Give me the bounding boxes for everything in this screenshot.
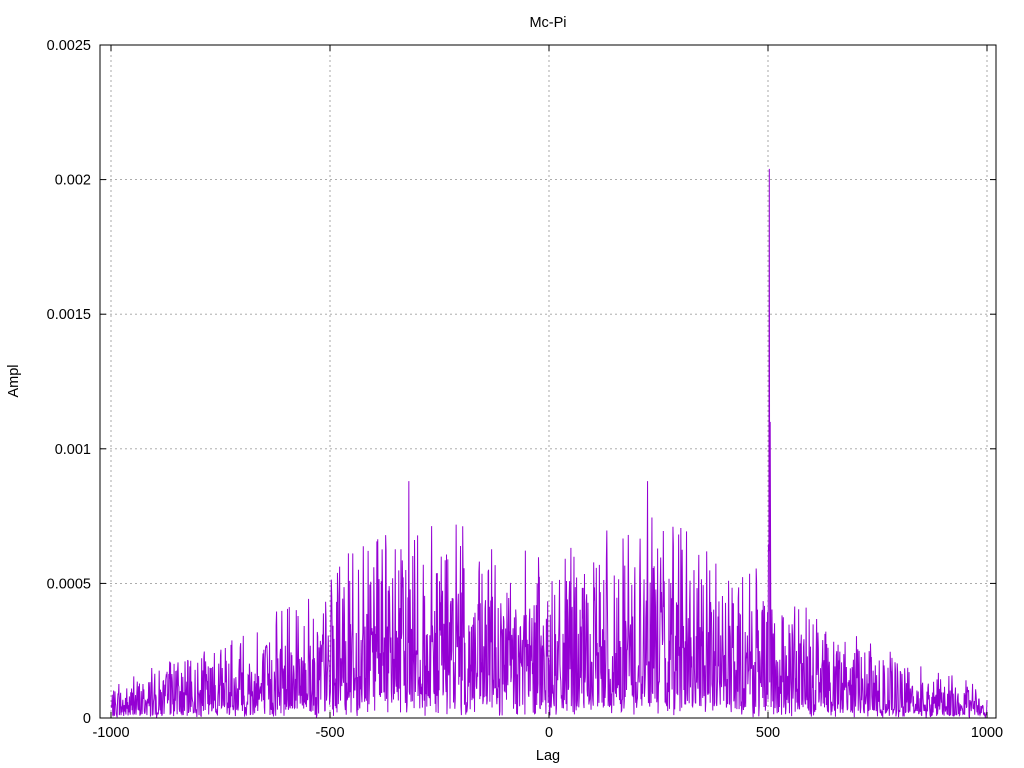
y-tick-label: 0.001 xyxy=(55,442,91,458)
y-tick-label: 0 xyxy=(83,711,91,727)
x-tick-label: 0 xyxy=(545,725,553,741)
chart: -1000 -500 0 500 1000 0 0.0005 0.001 0.0015 0.002… xyxy=(6,15,1003,764)
y-tick-label: 0.0015 xyxy=(47,307,91,323)
x-tick-label: 500 xyxy=(756,725,780,741)
y-tick-label: 0.0005 xyxy=(47,576,91,592)
y-tick-label: 0.002 xyxy=(55,173,91,189)
x-tick-label: 1000 xyxy=(971,725,1003,741)
x-tick-label: -500 xyxy=(315,725,344,741)
chart-title: Mc-Pi xyxy=(529,15,566,31)
x-tick-label: -1000 xyxy=(92,725,129,741)
x-axis-label: Lag xyxy=(536,748,560,764)
y-axis-label: Ampl xyxy=(6,364,22,397)
y-tick-label: 0.0025 xyxy=(47,38,91,54)
